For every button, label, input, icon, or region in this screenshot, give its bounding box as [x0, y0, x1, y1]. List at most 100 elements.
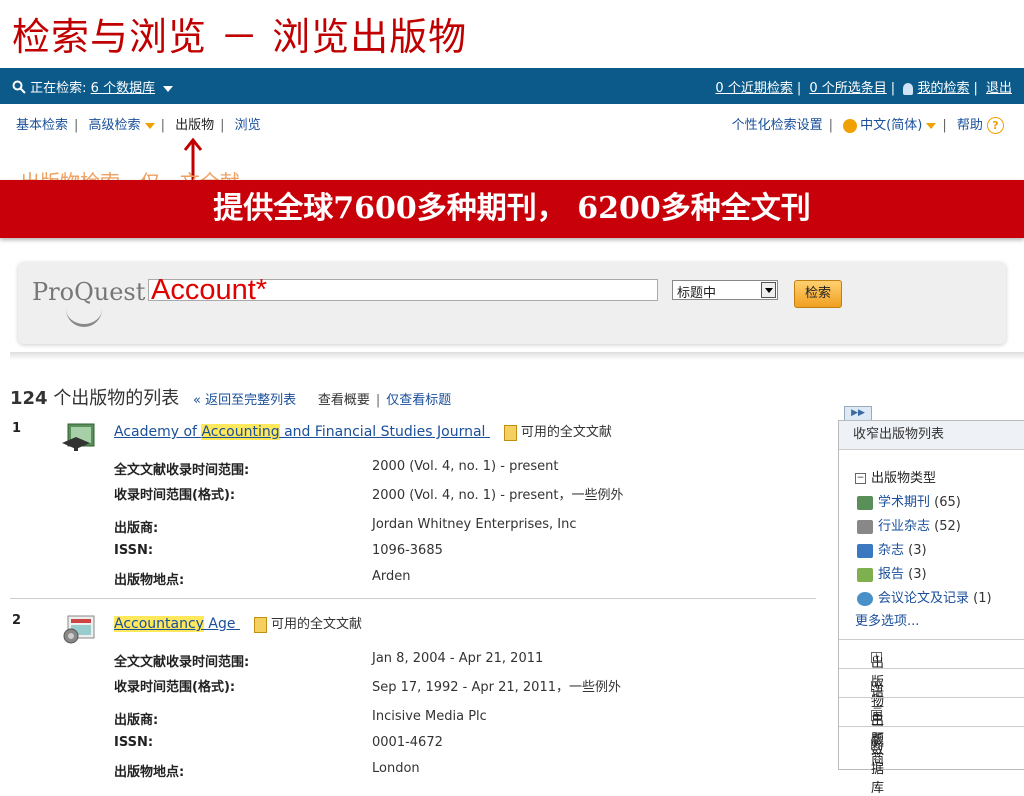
- narrow-results-sidebar: ▶▶ 收窄出版物列表 − 出版物类型 学术期刊 (65) 行业杂志 (52) 杂志…: [838, 406, 1024, 796]
- facet-count: (65): [934, 495, 961, 510]
- trade-journal-icon: [63, 615, 95, 644]
- facet-label[interactable]: 行业杂志: [878, 519, 930, 534]
- title-text[interactable]: Age: [204, 616, 235, 632]
- field-label: 全文文献收录时间范围:: [114, 463, 250, 478]
- help-icon[interactable]: ?: [987, 117, 1004, 134]
- facet-label[interactable]: 学术期刊: [878, 495, 930, 510]
- facet-database[interactable]: + 数据库: [839, 726, 1024, 796]
- field-label: 收录时间范围(格式):: [114, 680, 236, 695]
- result-count-label: 个出版物的列表: [53, 388, 180, 409]
- conference-icon: [857, 591, 873, 606]
- top-bar: 正在检索: 6 个数据库 0 个近期检索 | 0 个所选条目 | 我的检索 | 退出: [0, 68, 1024, 104]
- facet-scholarly-journals[interactable]: 学术期刊 (65): [857, 491, 961, 510]
- language-link[interactable]: 中文(简体): [860, 118, 922, 133]
- back-to-full-list-link[interactable]: « 返回至完整列表: [193, 393, 296, 408]
- searching-label: 正在检索:: [30, 81, 87, 96]
- result-count: 124: [10, 388, 48, 409]
- divider: [10, 352, 1024, 360]
- document-icon: [503, 424, 517, 441]
- full-text-label[interactable]: 可用的全文文献: [521, 425, 612, 440]
- magazine-icon: [857, 543, 873, 558]
- search-button[interactable]: 检索: [794, 280, 842, 308]
- result-title[interactable]: Academy of Accounting and Financial Stud…: [114, 421, 612, 441]
- section-title: 出版物类型: [871, 471, 937, 486]
- preferences-link[interactable]: 个性化检索设置: [732, 118, 823, 133]
- field-value: Arden: [372, 569, 411, 584]
- selected-items-link[interactable]: 0 个所选条目: [809, 81, 886, 96]
- full-text-link[interactable]: 可用的全文文献: [503, 421, 612, 441]
- collapse-icon[interactable]: −: [855, 473, 866, 484]
- publications-link[interactable]: 出版物: [175, 118, 214, 133]
- chevron-down-icon[interactable]: [144, 122, 155, 129]
- field-label: 全文文献收录时间范围:: [114, 655, 250, 670]
- search-field-select[interactable]: 标题中: [672, 280, 778, 301]
- facet-count: (52): [934, 519, 961, 534]
- field-label: 收录时间范围(格式):: [114, 488, 236, 503]
- field-value: Jan 8, 2004 - Apr 21, 2011: [372, 651, 544, 666]
- facet-reports[interactable]: 报告 (3): [857, 563, 927, 582]
- my-research-link[interactable]: 我的检索: [917, 81, 969, 96]
- report-icon: [857, 567, 873, 582]
- account-annotation: Account*: [151, 274, 268, 306]
- scholarly-journal-icon: [62, 423, 95, 451]
- field-value: 1096-3685: [372, 543, 443, 558]
- facet-conference-papers[interactable]: 会议论文及记录 (1): [857, 587, 992, 606]
- help-link[interactable]: 帮助: [957, 118, 983, 133]
- facet-label[interactable]: 会议论文及记录: [878, 591, 969, 606]
- collapse-sidebar-button[interactable]: ▶▶: [844, 406, 872, 421]
- title-highlight[interactable]: Accountancy: [114, 616, 204, 632]
- logout-link[interactable]: 退出: [986, 81, 1012, 96]
- field-value: 2000 (Vol. 4, no. 1) - present，一些例外: [372, 488, 624, 503]
- annotation-banner: 提供全球7600多种期刊， 6200多种全文刊: [0, 180, 1024, 238]
- field-label: 出版物地点:: [114, 765, 185, 780]
- sidebar-panel: 收窄出版物列表 − 出版物类型 学术期刊 (65) 行业杂志 (52) 杂志 (3…: [838, 420, 1024, 796]
- facet-magazines[interactable]: 杂志 (3): [857, 539, 927, 558]
- chevron-down-icon[interactable]: [926, 122, 937, 129]
- title-text[interactable]: Academy of: [114, 424, 201, 440]
- logo-swoosh: [66, 306, 102, 327]
- select-value: 标题中: [677, 286, 717, 301]
- field-label: 出版物地点:: [114, 573, 185, 588]
- dropdown-arrow-icon[interactable]: [761, 282, 776, 298]
- field-label: ISSN:: [114, 735, 154, 750]
- field-value: Sep 17, 1992 - Apr 21, 2011，一些例外: [372, 680, 621, 695]
- field-label: 出版商:: [114, 521, 159, 536]
- more-options-link[interactable]: 更多选项...: [855, 610, 919, 629]
- sidebar-header: 收窄出版物列表: [839, 421, 1024, 450]
- facet-language[interactable]: + 语言: [839, 668, 1024, 719]
- slide-title: 检索与浏览 － 浏览出版物: [12, 15, 468, 59]
- facet-publisher[interactable]: + 出版商: [839, 697, 1024, 767]
- field-value: Jordan Whitney Enterprises, Inc: [372, 517, 577, 532]
- field-label: 出版商:: [114, 713, 159, 728]
- result-title[interactable]: Accountancy Age 可用的全文文献: [114, 613, 362, 633]
- browse-link[interactable]: 浏览: [235, 118, 261, 133]
- trade-icon: [857, 519, 873, 534]
- title-highlight[interactable]: Accounting: [201, 424, 280, 440]
- field-label: ISSN:: [114, 543, 154, 558]
- source-type-section[interactable]: − 出版物类型: [855, 467, 936, 486]
- field-value: 0001-4672: [372, 735, 443, 750]
- view-summary-link[interactable]: 查看概要: [318, 393, 370, 408]
- field-value: 2000 (Vol. 4, no. 1) - present: [372, 459, 559, 474]
- facet-count: (3): [908, 543, 927, 558]
- result-number: 2: [12, 613, 22, 628]
- title-text[interactable]: and Financial Studies Journal: [280, 424, 485, 440]
- globe-icon: [843, 118, 858, 133]
- titles-only-link[interactable]: 仅查看标题: [386, 393, 451, 408]
- basic-search-link[interactable]: 基本检索: [16, 118, 68, 133]
- full-text-label[interactable]: 可用的全文文献: [271, 617, 362, 632]
- result-number: 1: [12, 421, 22, 436]
- recent-searches-link[interactable]: 0 个近期检索: [715, 81, 792, 96]
- list-header: 124 个出版物的列表 « 返回至完整列表 查看概要 | 仅查看标题: [10, 388, 452, 409]
- chevron-down-icon[interactable]: [163, 85, 174, 92]
- facet-subject[interactable]: + 出版物主题: [839, 639, 1024, 747]
- facet-count: (3): [908, 567, 927, 582]
- facet-label[interactable]: 杂志: [878, 543, 904, 558]
- facet-label[interactable]: 报告: [878, 567, 904, 582]
- databases-link[interactable]: 6 个数据库: [91, 81, 155, 96]
- advanced-search-link[interactable]: 高级检索: [89, 118, 141, 133]
- user-icon: [903, 82, 914, 95]
- full-text-link[interactable]: 可用的全文文献: [253, 613, 362, 633]
- facet-trade-journals[interactable]: 行业杂志 (52): [857, 515, 961, 534]
- field-value: Incisive Media Plc: [372, 709, 487, 724]
